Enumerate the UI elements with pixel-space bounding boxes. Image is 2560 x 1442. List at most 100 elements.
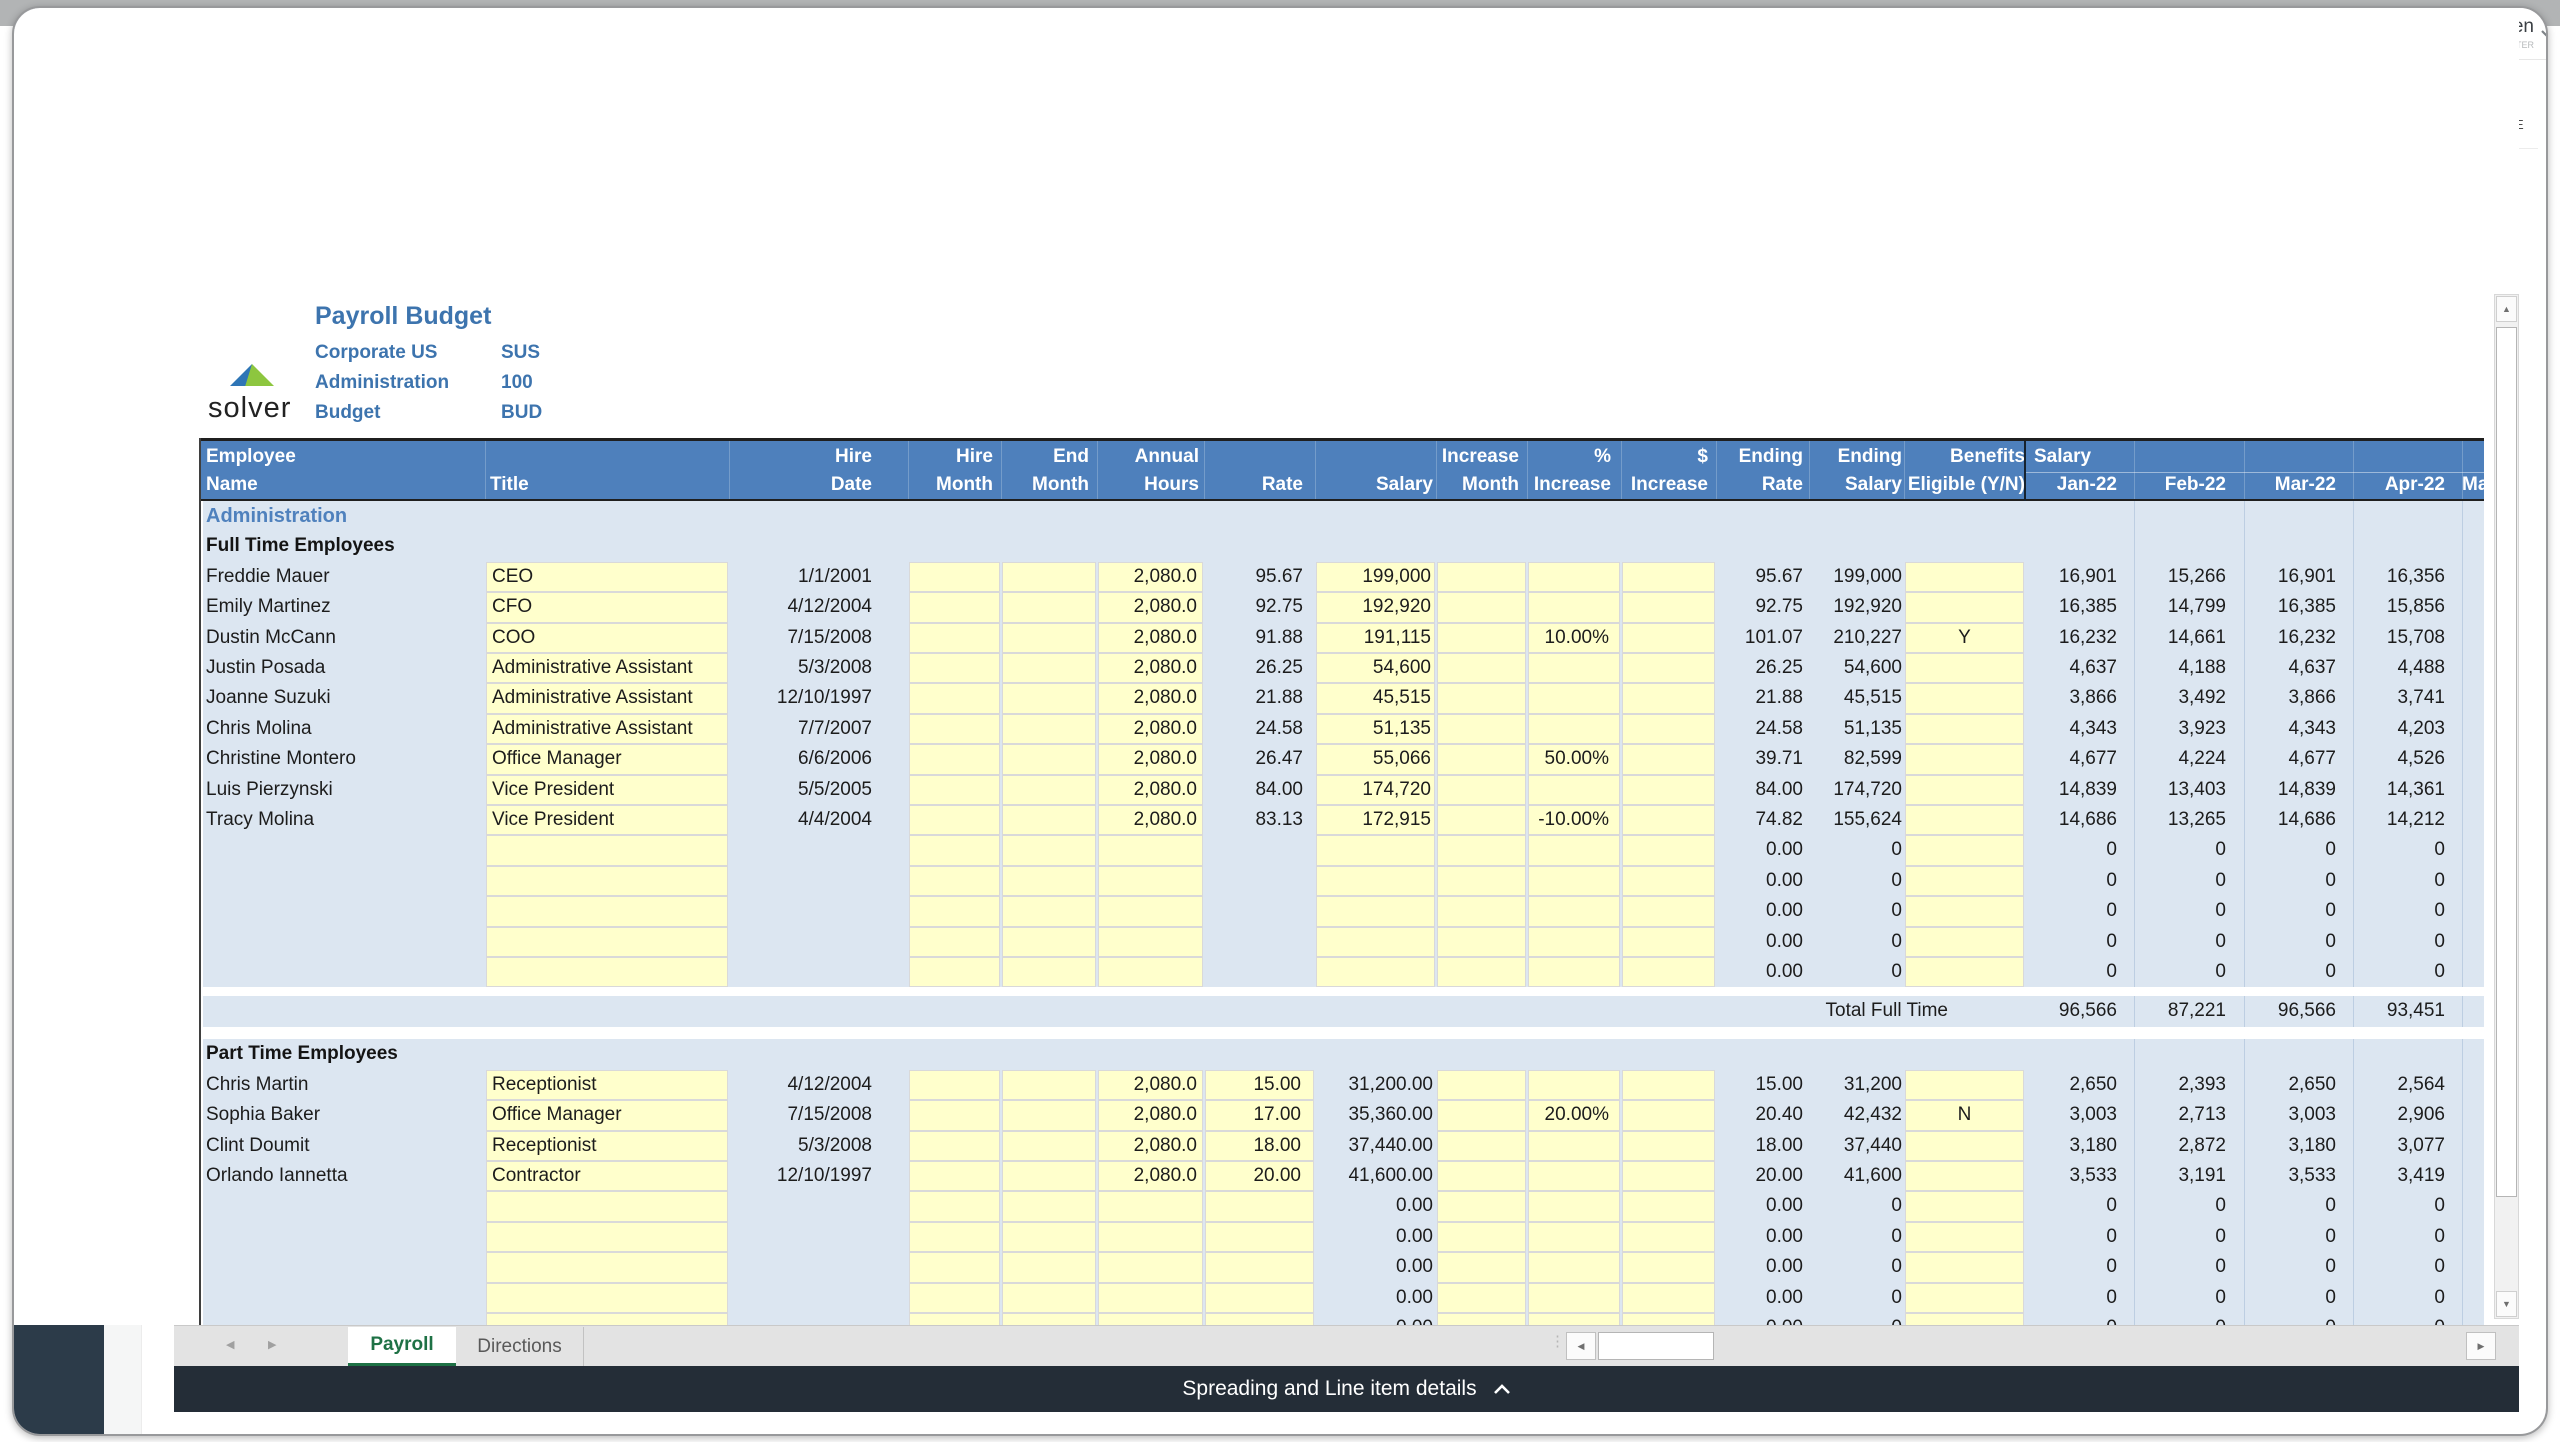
input-cell[interactable] <box>909 1221 1000 1253</box>
input-cell[interactable] <box>1622 713 1715 745</box>
input-cell[interactable] <box>1002 744 1096 775</box>
input-cell[interactable] <box>1437 1313 1526 1325</box>
input-cell[interactable]: 15.00 <box>1205 1069 1314 1101</box>
input-cell[interactable] <box>1316 957 1435 988</box>
scroll-up-icon[interactable]: ▲ <box>2496 296 2517 322</box>
input-cell[interactable] <box>1905 805 2024 836</box>
input-cell[interactable] <box>1437 1191 1526 1222</box>
input-cell[interactable] <box>1002 1191 1096 1222</box>
input-cell[interactable]: 2,080.0 <box>1098 561 1203 593</box>
input-cell[interactable] <box>1002 926 1096 957</box>
input-cell[interactable]: Y <box>1905 622 2024 653</box>
input-cell[interactable]: 199,000 <box>1316 561 1435 593</box>
input-cell[interactable] <box>909 1100 1000 1131</box>
input-cell[interactable] <box>1622 622 1715 653</box>
vertical-scrollbar-thumb[interactable] <box>2496 327 2517 1197</box>
input-cell[interactable] <box>1622 592 1715 623</box>
input-cell[interactable] <box>1205 1191 1314 1222</box>
input-cell[interactable] <box>1905 1282 2024 1313</box>
input-cell[interactable] <box>1437 865 1526 897</box>
input-cell[interactable] <box>1622 926 1715 957</box>
input-cell[interactable]: 50.00% <box>1528 744 1620 775</box>
input-cell[interactable]: 2,080.0 <box>1098 805 1203 836</box>
next-sheet-icon[interactable]: ▶ <box>268 1338 276 1351</box>
input-cell[interactable] <box>1002 1221 1096 1253</box>
input-cell[interactable] <box>1528 1252 1620 1283</box>
input-cell[interactable]: CFO <box>486 592 728 623</box>
input-cell[interactable] <box>1905 1130 2024 1161</box>
input-cell[interactable] <box>909 835 1000 866</box>
input-cell[interactable]: 2,080.0 <box>1098 1069 1203 1101</box>
input-cell[interactable]: COO <box>486 622 728 653</box>
input-cell[interactable]: 174,720 <box>1316 774 1435 805</box>
input-cell[interactable] <box>1316 896 1435 927</box>
input-cell[interactable] <box>1316 865 1435 897</box>
input-cell[interactable] <box>1528 592 1620 623</box>
input-cell[interactable] <box>1316 835 1435 866</box>
input-cell[interactable] <box>1905 774 2024 805</box>
input-cell[interactable] <box>1528 774 1620 805</box>
input-cell[interactable] <box>486 1282 728 1313</box>
input-cell[interactable] <box>1002 1069 1096 1101</box>
input-cell[interactable] <box>909 713 1000 745</box>
input-cell[interactable] <box>1437 1100 1526 1131</box>
input-cell[interactable] <box>1098 957 1203 988</box>
input-cell[interactable] <box>1905 592 2024 623</box>
spreading-details-toggle[interactable]: Spreading and Line item details <box>174 1366 2519 1412</box>
input-cell[interactable] <box>1528 1161 1620 1192</box>
input-cell[interactable]: 51,135 <box>1316 713 1435 745</box>
input-cell[interactable] <box>1437 1069 1526 1101</box>
input-cell[interactable] <box>1437 835 1526 866</box>
input-cell[interactable] <box>1002 957 1096 988</box>
input-cell[interactable]: 2,080.0 <box>1098 653 1203 684</box>
input-cell[interactable] <box>909 683 1000 714</box>
input-cell[interactable]: 20.00 <box>1205 1161 1314 1192</box>
input-cell[interactable] <box>1528 1282 1620 1313</box>
input-cell[interactable] <box>1002 561 1096 593</box>
input-cell[interactable] <box>1098 1191 1203 1222</box>
input-cell[interactable]: 2,080.0 <box>1098 622 1203 653</box>
input-cell[interactable] <box>1905 1252 2024 1283</box>
input-cell[interactable] <box>1002 835 1096 866</box>
input-cell[interactable] <box>909 957 1000 988</box>
input-cell[interactable] <box>909 1130 1000 1161</box>
input-cell[interactable]: Administrative Assistant <box>486 713 728 745</box>
input-cell[interactable] <box>1528 1191 1620 1222</box>
tab-payroll[interactable]: Payroll <box>348 1327 456 1367</box>
input-cell[interactable]: Contractor <box>486 1161 728 1192</box>
input-cell[interactable]: 2,080.0 <box>1098 713 1203 745</box>
input-cell[interactable] <box>1622 957 1715 988</box>
input-cell[interactable] <box>486 926 728 957</box>
input-cell[interactable] <box>486 896 728 927</box>
input-cell[interactable] <box>1905 865 2024 897</box>
tab-directions[interactable]: Directions <box>456 1327 584 1367</box>
input-cell[interactable] <box>1905 561 2024 593</box>
input-cell[interactable]: 45,515 <box>1316 683 1435 714</box>
horizontal-scrollbar-thumb[interactable] <box>1598 1332 1714 1360</box>
input-cell[interactable] <box>1205 1252 1314 1283</box>
input-cell[interactable] <box>1622 865 1715 897</box>
input-cell[interactable] <box>1528 835 1620 866</box>
input-cell[interactable] <box>1098 1313 1203 1325</box>
input-cell[interactable]: 2,080.0 <box>1098 1100 1203 1131</box>
input-cell[interactable] <box>1002 865 1096 897</box>
input-cell[interactable] <box>1437 561 1526 593</box>
input-cell[interactable] <box>1905 713 2024 745</box>
input-cell[interactable] <box>909 1252 1000 1283</box>
input-cell[interactable] <box>1002 653 1096 684</box>
input-cell[interactable] <box>1437 622 1526 653</box>
input-cell[interactable] <box>909 622 1000 653</box>
input-cell[interactable] <box>1098 835 1203 866</box>
input-cell[interactable] <box>1002 1100 1096 1131</box>
input-cell[interactable] <box>909 653 1000 684</box>
input-cell[interactable] <box>1002 1313 1096 1325</box>
input-cell[interactable] <box>1437 744 1526 775</box>
input-cell[interactable] <box>909 744 1000 775</box>
input-cell[interactable] <box>1622 1252 1715 1283</box>
input-cell[interactable] <box>1437 1161 1526 1192</box>
input-cell[interactable] <box>1622 683 1715 714</box>
input-cell[interactable] <box>909 926 1000 957</box>
input-cell[interactable]: N <box>1905 1100 2024 1131</box>
input-cell[interactable] <box>1437 805 1526 836</box>
scroll-left-icon[interactable]: ◀ <box>1566 1332 1596 1360</box>
